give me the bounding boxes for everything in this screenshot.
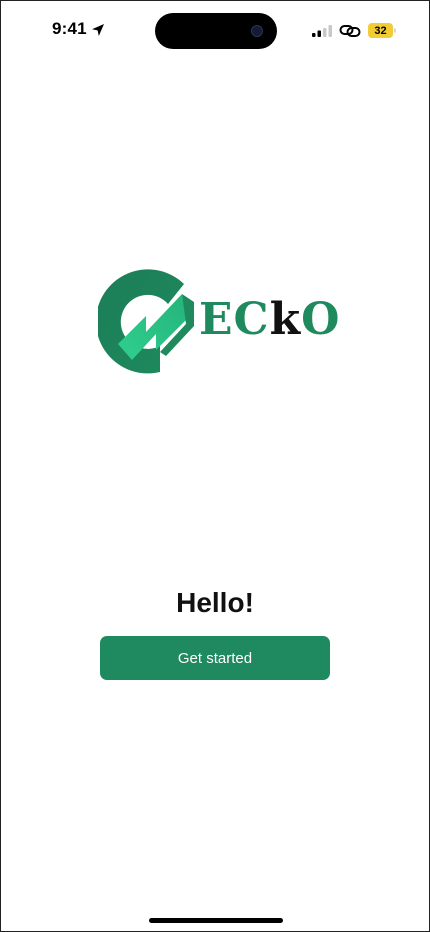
logo-text-k: k (269, 294, 302, 345)
battery-tip (394, 28, 396, 33)
logo-mark-icon (98, 269, 194, 374)
logo-text-o: O (301, 294, 341, 345)
app-logo: ECkO (98, 266, 339, 378)
logo-wordmark: ECkO (199, 298, 340, 342)
location-arrow-icon (92, 24, 104, 36)
status-time: 9:41 (52, 19, 87, 38)
battery-icon: 32 (368, 23, 393, 38)
greeting-heading: Hello! (176, 587, 254, 618)
logo-text-ec: EC (199, 294, 270, 345)
dynamic-island (155, 13, 277, 49)
home-indicator[interactable] (149, 918, 283, 923)
camera-icon (251, 25, 263, 37)
cellular-signal-icon (312, 25, 332, 37)
app-screen: 9:41 32 ECkO Hello! Get started (0, 0, 430, 932)
battery-level: 32 (374, 24, 387, 37)
link-icon (339, 25, 361, 37)
get-started-button[interactable]: Get started (100, 636, 330, 680)
